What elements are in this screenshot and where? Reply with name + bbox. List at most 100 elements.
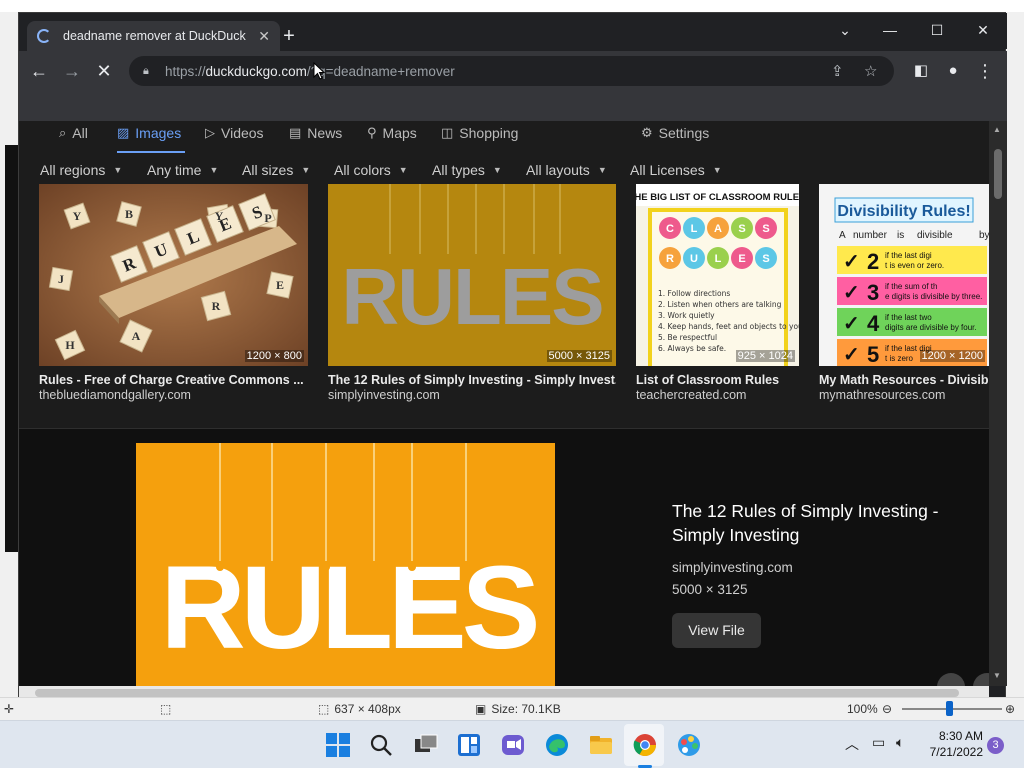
side-panel-icon[interactable]: ◧: [909, 59, 933, 83]
bubble-letter: R: [666, 253, 674, 265]
browser-tab-active[interactable]: deadname remover at DuckDuck ✕: [27, 21, 280, 51]
filter-license[interactable]: All Licenses ▼: [630, 162, 722, 178]
tab-search-icon[interactable]: ⌄: [827, 17, 863, 43]
bubble-letter: L: [691, 223, 698, 235]
windows-taskbar: ︿ ▭ 🔈︎ 8:30 AM 7/21/2022 3: [0, 720, 1024, 768]
close-tab-icon[interactable]: ✕: [258, 28, 270, 45]
scrollbar-thumb[interactable]: [994, 149, 1002, 199]
divisor-number: 4: [867, 311, 880, 336]
browser-toolbar: ← → ✕ 🔒︎ https://duckduckgo.com/?q=deadn…: [19, 51, 1007, 91]
divisibility-rules-poster-image: Divisibility Rules! Anumber is divisible by…: [819, 184, 989, 366]
result-source[interactable]: mymathresources.com: [819, 388, 989, 402]
filter-regions[interactable]: All regions ▼: [40, 162, 122, 178]
volume-icon[interactable]: 🔈︎: [896, 734, 904, 751]
cursor-position-icon: ✛: [4, 702, 15, 716]
result-title[interactable]: List of Classroom Rules: [636, 373, 806, 387]
subtitle-word: A: [839, 230, 846, 241]
result-thumbnail[interactable]: RULES YBJYEHARP 1200 × 800: [39, 184, 308, 366]
result-source[interactable]: simplyinvesting.com: [328, 388, 616, 402]
filter-time[interactable]: Any time ▼: [147, 162, 218, 178]
search-icon: ⌕: [59, 125, 67, 140]
filter-layout[interactable]: All layouts ▼: [526, 162, 607, 178]
vertical-scrollbar[interactable]: ▲ ▼: [989, 121, 1007, 686]
bookmark-star-icon[interactable]: ☆: [864, 62, 877, 80]
result-source[interactable]: thebluediamondgallery.com: [39, 388, 308, 402]
check-icon: ✓: [843, 251, 860, 273]
detail-source[interactable]: simplyinvesting.com: [672, 560, 793, 575]
bookmark-bar: [19, 91, 1007, 121]
menu-kebab-icon[interactable]: ⋮: [973, 59, 997, 83]
address-bar[interactable]: 🔒︎ https://duckduckgo.com/?q=deadname+re…: [129, 56, 894, 86]
clock-time[interactable]: 8:30 AM: [927, 729, 983, 743]
result-title[interactable]: Rules - Free of Charge Creative Commons …: [39, 373, 308, 387]
scroll-down-arrow-icon[interactable]: ▼: [993, 671, 1001, 680]
close-window-button[interactable]: ✕: [965, 17, 1001, 43]
scrollbar-thumb[interactable]: [35, 689, 959, 697]
scrabble-tile-letter: H: [65, 338, 75, 352]
rules-word: RULES: [161, 542, 537, 674]
tab-shopping[interactable]: ◫ Shopping: [441, 125, 518, 141]
map-pin-icon: ⚲: [367, 125, 377, 140]
scrabble-tile-letter: E: [276, 278, 284, 292]
rule-line: 6. Always be safe.: [658, 344, 726, 353]
tab-news[interactable]: ▤ News: [289, 125, 342, 141]
prev-image-button[interactable]: [937, 673, 965, 686]
caret-down-icon: ▼: [712, 165, 722, 175]
poster-header: THE BIG LIST OF CLASSROOM RULES: [636, 192, 799, 203]
zoom-out-button[interactable]: ⊖: [882, 702, 892, 716]
tab-maps[interactable]: ⚲ Maps: [367, 125, 417, 141]
detail-title[interactable]: The 12 Rules of Simply Investing - Simpl…: [672, 499, 962, 547]
task-view-icon[interactable]: [412, 731, 440, 759]
tab-images[interactable]: ▨ Images: [117, 125, 181, 141]
result-title[interactable]: My Math Resources - Divisibi...: [819, 373, 989, 387]
edge-browser-icon[interactable]: [543, 731, 571, 759]
teams-chat-icon[interactable]: [499, 731, 527, 759]
stop-loading-button[interactable]: ✕: [92, 59, 116, 83]
result-thumbnail[interactable]: RULES 5000 × 3125: [328, 184, 616, 366]
clock-date[interactable]: 7/21/2022: [920, 745, 983, 759]
bubble-letter: U: [690, 253, 698, 265]
maximize-button[interactable]: ☐: [919, 17, 955, 43]
tab-all[interactable]: ⌕ All: [59, 125, 88, 141]
scrabble-tile-letter: Y: [73, 209, 82, 223]
view-file-button[interactable]: View File: [672, 613, 761, 648]
new-tab-button[interactable]: +: [278, 25, 300, 47]
network-icon[interactable]: ▭: [872, 734, 885, 751]
bubble-letter: S: [762, 223, 769, 235]
result-thumbnail[interactable]: THE BIG LIST OF CLASSROOM RULES C L A S S R U L…: [636, 184, 799, 366]
divisor-number: 3: [867, 280, 879, 305]
back-button[interactable]: ←: [27, 59, 51, 83]
profile-icon[interactable]: ●: [941, 59, 965, 83]
scroll-up-arrow-icon[interactable]: ▲: [993, 125, 1001, 134]
widgets-icon[interactable]: [455, 731, 483, 759]
tab-settings[interactable]: ⚙ Settings: [641, 125, 709, 141]
filter-type[interactable]: All types ▼: [432, 162, 502, 178]
chevron-up-icon[interactable]: ︿: [845, 734, 859, 754]
canvas-size-icon: ⬚: [318, 702, 330, 716]
paint-status-bar: ✛ ⬚ ⬚ 637 × 408px ▣ Size: 70.1KB 100% ⊖ ⊕: [0, 697, 1024, 719]
rule-text: digits are divisible by four.: [885, 323, 977, 332]
subtitle-word: number: [853, 230, 888, 241]
result-thumbnail[interactable]: Divisibility Rules! Anumber is divisible by…: [819, 184, 989, 366]
filter-size[interactable]: All sizes ▼: [242, 162, 310, 178]
paint-app-icon[interactable]: [675, 731, 703, 759]
zoom-slider-thumb[interactable]: [946, 701, 953, 716]
minimize-button[interactable]: —: [872, 17, 908, 43]
next-image-button[interactable]: [973, 673, 989, 686]
file-explorer-icon[interactable]: [587, 731, 615, 759]
notification-badge[interactable]: 3: [987, 737, 1004, 754]
search-icon[interactable]: [367, 731, 395, 759]
share-icon[interactable]: ⇪: [831, 62, 844, 80]
result-title[interactable]: The 12 Rules of Simply Investing - Simpl…: [328, 373, 616, 387]
result-source[interactable]: teachercreated.com: [636, 388, 806, 402]
chrome-browser-icon[interactable]: [631, 731, 659, 759]
tab-videos[interactable]: ▷ Videos: [205, 125, 264, 141]
search-nav: ⌕ All ▨ Images ▷ Videos ▤ News ⚲ Maps ◫ Shoppi…: [19, 121, 989, 153]
windows-start-icon[interactable]: [324, 731, 352, 759]
image-dimensions: 5000 × 3125: [546, 350, 612, 362]
detail-image[interactable]: RULES: [136, 443, 555, 686]
rules-hanging-letters-image: RULES: [328, 184, 616, 366]
filter-color[interactable]: All colors ▼: [334, 162, 408, 178]
forward-button[interactable]: →: [60, 59, 84, 83]
zoom-in-button[interactable]: ⊕: [1005, 702, 1015, 716]
